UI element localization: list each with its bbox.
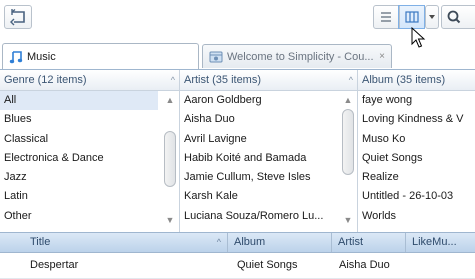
list-view-icon [381, 12, 391, 22]
scroll-down-icon[interactable]: ▼ [343, 215, 353, 225]
close-tab-icon[interactable]: × [375, 51, 385, 62]
list-view-button[interactable] [374, 6, 398, 28]
track-row[interactable]: Despertar Quiet Songs Aisha Duo [0, 253, 475, 279]
genre-item[interactable]: All [0, 91, 158, 111]
toolbar [0, 0, 475, 40]
tab-label: Welcome to Simplicity - Cou... [227, 50, 374, 63]
tab-label: Music [27, 50, 56, 63]
artist-scrollbar[interactable]: ▲ ▼ [340, 91, 356, 232]
artist-header-label: Artist [338, 236, 364, 248]
album-item[interactable]: Muso Ko [358, 130, 475, 149]
scroll-up-icon[interactable]: ▲ [343, 95, 353, 105]
artist-item[interactable]: Aisha Duo [180, 110, 338, 129]
title-column-header[interactable]: Title ^ [0, 233, 228, 252]
sort-ascending-icon: ^ [216, 237, 221, 247]
search-button[interactable] [441, 5, 475, 29]
scroll-up-icon[interactable]: ▲ [165, 95, 175, 105]
genre-scrollbar[interactable]: ▲ ▼ [162, 91, 178, 232]
genre-item[interactable]: Jazz [0, 168, 158, 187]
track-title: Despertar [30, 259, 79, 271]
genre-item[interactable]: Other [0, 207, 158, 226]
tab-music[interactable]: Music [2, 43, 199, 69]
tab-bar: Music Welcome to Simplicity - Cou... × [0, 42, 475, 70]
browser-page-icon [209, 51, 223, 62]
search-icon [447, 10, 461, 24]
artist-pane: Artist (35 items) ^ Aaron Goldberg Aisha… [180, 70, 358, 232]
scroll-down-icon[interactable]: ▼ [165, 215, 175, 225]
artist-item[interactable]: Jamie Cullum, Steve Isles [180, 168, 338, 187]
genre-item[interactable]: Latin [0, 187, 158, 206]
artist-header-label: Artist (35 items) [184, 74, 262, 86]
album-header-label: Album (35 items) [362, 74, 446, 86]
genre-item[interactable]: Electronica & Dance [0, 149, 158, 168]
view-mode-group [373, 5, 425, 29]
track-album: Quiet Songs [237, 259, 298, 271]
genre-column-header[interactable]: Genre (12 items) ^ [0, 70, 179, 91]
album-column-header[interactable]: Album (35 items) [358, 70, 475, 91]
music-note-icon [9, 50, 23, 63]
genre-pane: Genre (12 items) ^ All Blues Classical E… [0, 70, 180, 232]
artist-item[interactable]: Luciana Souza/Romero Lu... [180, 207, 338, 226]
scrollbar-thumb[interactable] [164, 131, 176, 187]
album-item[interactable]: Worlds [358, 207, 475, 226]
track-list-header: Title ^ Album Artist LikeMu... [0, 232, 475, 253]
album-header-label: Album [234, 236, 266, 248]
album-item[interactable]: Loving Kindness & V [358, 110, 475, 129]
genre-header-label: Genre (12 items) [4, 74, 87, 86]
album-item[interactable]: Realize [358, 168, 475, 187]
title-header-label: Title [30, 236, 51, 248]
album-column-header[interactable]: Album [228, 233, 332, 252]
tab-welcome[interactable]: Welcome to Simplicity - Cou... × [202, 44, 392, 68]
chevron-down-icon [429, 15, 435, 19]
mouse-cursor-icon [411, 27, 426, 48]
likemu-header-label: LikeMu... [412, 236, 457, 248]
artist-item[interactable]: Karsh Kale [180, 187, 338, 206]
likemu-column-header[interactable]: LikeMu... [406, 233, 475, 252]
column-view-button[interactable] [398, 5, 425, 29]
album-item[interactable]: Quiet Songs [358, 149, 475, 168]
sort-ascending-icon: ^ [170, 75, 175, 85]
back-button[interactable] [4, 5, 32, 29]
album-item[interactable]: faye wong [358, 91, 475, 110]
genre-item[interactable]: Blues [0, 110, 158, 129]
artist-column-header[interactable]: Artist (35 items) ^ [180, 70, 357, 91]
artist-item[interactable]: Avril Lavigne [180, 130, 338, 149]
scrollbar-thumb[interactable] [342, 109, 354, 175]
album-pane: Album (35 items) faye wong Loving Kindne… [358, 70, 475, 232]
sort-ascending-icon: ^ [348, 75, 353, 85]
column-view-icon [405, 11, 419, 23]
return-arrow-icon [10, 8, 25, 26]
genre-item[interactable]: Classical [0, 130, 158, 149]
artist-item[interactable]: Aaron Goldberg [180, 91, 338, 110]
view-options-dropdown[interactable] [425, 5, 439, 29]
track-artist: Aisha Duo [339, 259, 390, 271]
artist-column-header[interactable]: Artist [332, 233, 406, 252]
artist-item[interactable]: Habib Koité and Bamada [180, 149, 338, 168]
album-item[interactable]: Untitled - 26-10-03 [358, 187, 475, 206]
browser-panes: Genre (12 items) ^ All Blues Classical E… [0, 70, 475, 232]
